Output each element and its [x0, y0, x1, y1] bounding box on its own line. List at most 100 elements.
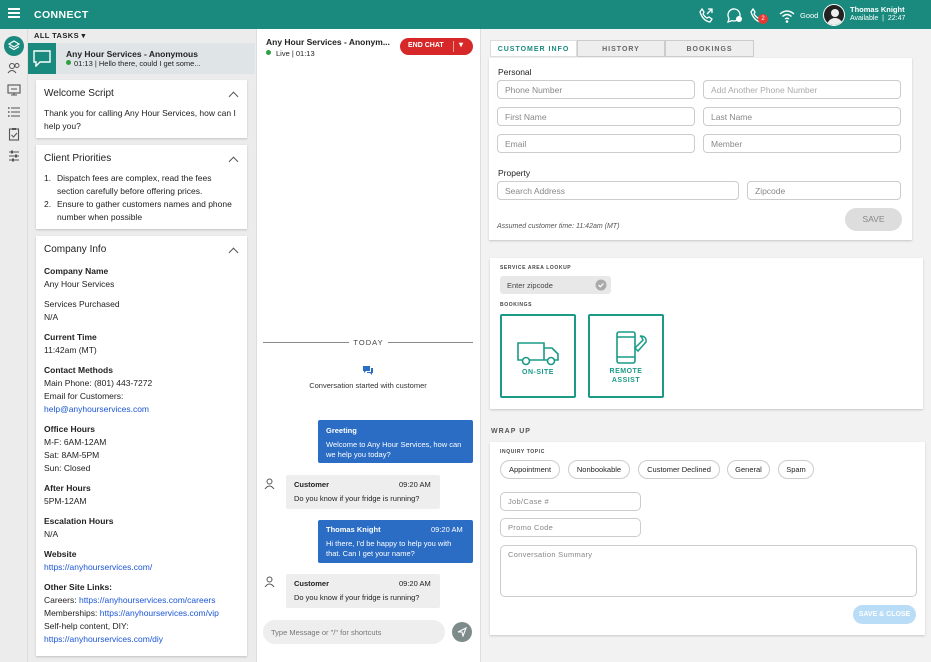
collapse-chevron-icon[interactable] — [228, 247, 239, 258]
priority-text: Ensure to gather customers names and pho… — [57, 199, 232, 222]
careers-link[interactable]: https://anyhourservices.com/careers — [79, 595, 216, 605]
conversation-summary-field[interactable]: Conversation Summary — [500, 545, 917, 597]
services-label: Services Purchased — [44, 299, 120, 309]
settings-sliders-icon[interactable] — [7, 149, 21, 163]
chat-message: Customer 09:20 AM Do you know if your fr… — [286, 574, 440, 608]
save-close-button[interactable]: SAVE & CLOSE — [853, 605, 916, 624]
user-time: 22:47 — [887, 15, 906, 22]
topic-chip-nonbookable[interactable]: Nonbookable — [568, 460, 630, 479]
selfhelp-link[interactable]: https://anyhourservices.com/diy — [44, 633, 244, 646]
second-phone-field[interactable]: Add Another Phone Number — [703, 80, 901, 99]
topic-chip-general[interactable]: General — [727, 460, 770, 479]
address-search-field[interactable]: Search Address — [497, 181, 739, 200]
other-links-label: Other Site Links: — [44, 582, 113, 592]
message-sender: Thomas Knight — [326, 525, 381, 534]
person-icon — [264, 576, 275, 587]
company-name-label: Company Name — [44, 266, 109, 276]
property-heading: Property — [498, 168, 531, 178]
website-link[interactable]: https://anyhourservices.com/ — [44, 561, 244, 574]
all-tasks-dropdown[interactable]: ALL TASKS ▾ — [34, 31, 86, 40]
network-status: Good — [800, 11, 819, 20]
current-time-label: Current Time — [44, 332, 97, 342]
chat-bubble-icon — [33, 50, 51, 67]
tab-history[interactable]: HISTORY — [577, 40, 665, 57]
list-icon[interactable] — [7, 105, 21, 119]
company-info-card: Company Info Company Name Any Hour Servi… — [36, 236, 247, 656]
save-button[interactable]: SAVE — [845, 208, 902, 231]
tab-customer-info[interactable]: CUSTOMER INFO — [490, 40, 577, 57]
live-dot — [66, 60, 71, 65]
menu-icon[interactable] — [8, 8, 20, 18]
website-label: Website — [44, 549, 77, 559]
onsite-label: ON-SITE — [522, 369, 554, 376]
office-hours-line: M-F: 6AM-12AM — [44, 437, 107, 447]
priority-item: 1. Dispatch fees are complex, read the fe… — [44, 172, 244, 224]
message-input[interactable]: Type Message or "/" for shortcuts — [263, 620, 445, 644]
email-link[interactable]: help@anyhourservices.com — [44, 403, 244, 416]
service-area-label: SERVICE AREA LOOKUP — [500, 265, 572, 271]
customer-time-note: Assumed customer time: 11:42am (MT) — [497, 223, 620, 230]
bookings-label: BOOKINGS — [500, 302, 533, 308]
task-name: Any Hour Services - Anonymous — [66, 49, 198, 59]
message-text: Do you know if your fridge is running? — [294, 593, 420, 602]
end-chat-label: END CHAT — [408, 42, 444, 49]
after-hours-label: After Hours — [44, 483, 91, 493]
contacts-icon[interactable] — [7, 61, 21, 75]
zipcode-lookup-input[interactable]: Enter zipcode — [500, 276, 611, 294]
user-availability: Available — [850, 15, 879, 22]
end-chat-button[interactable]: END CHAT ▾ — [400, 38, 473, 55]
send-button[interactable] — [452, 622, 472, 642]
mobile-repair-icon — [616, 331, 647, 364]
message-text: Do you know if your fridge is running? — [294, 494, 420, 503]
active-task[interactable]: Any Hour Services - Anonymous 01:13 | He… — [28, 43, 255, 74]
remote-assist-tile[interactable]: REMOTE ASSIST — [588, 314, 664, 398]
topic-chip-appointment[interactable]: Appointment — [500, 460, 560, 479]
avatar[interactable] — [823, 4, 845, 26]
message-sender: Customer — [294, 480, 330, 489]
current-time-value: 11:42am (MT) — [44, 345, 97, 355]
nav-tasks-button[interactable] — [4, 36, 24, 56]
message-time: 09:20 AM — [399, 480, 431, 489]
topic-chip-spam[interactable]: Spam — [778, 460, 814, 479]
chat-status: Live | 01:13 — [276, 49, 315, 58]
main-phone: Main Phone: (801) 443-7272 — [44, 378, 153, 388]
email-field[interactable]: Email — [497, 134, 695, 153]
nav-rail — [0, 29, 28, 662]
tab-bookings[interactable]: BOOKINGS — [665, 40, 754, 57]
memberships-link[interactable]: https://anyhourservices.com/vip — [100, 608, 219, 618]
outbound-call-icon[interactable] — [698, 7, 714, 23]
topic-chip-customer-declined[interactable]: Customer Declined — [638, 460, 720, 479]
first-name-field[interactable]: First Name — [497, 107, 695, 126]
personal-heading: Personal — [498, 67, 532, 77]
monitor-icon[interactable] — [7, 83, 21, 97]
calls-badge: 2 — [758, 14, 768, 24]
remote-label: REMOTE — [609, 368, 643, 375]
message-sender: Greeting — [326, 426, 357, 435]
caret-down-icon[interactable]: ▾ — [459, 40, 463, 49]
promo-code-field[interactable]: Promo Code — [500, 518, 641, 537]
live-dot — [266, 50, 271, 55]
phone-field[interactable]: Phone Number — [497, 80, 695, 99]
member-field[interactable]: Member — [703, 134, 901, 153]
clipboard-icon[interactable] — [7, 127, 21, 141]
divider-line — [388, 342, 473, 343]
after-hours-value: 5PM-12AM — [44, 496, 87, 506]
office-hours-label: Office Hours — [44, 424, 96, 434]
job-case-field[interactable]: Job/Case # — [500, 492, 641, 511]
message-text: Hi there, I'd be happy to help you with … — [326, 539, 452, 558]
priorities-title: Client Priorities — [44, 153, 112, 164]
chat-status-icon[interactable] — [726, 7, 742, 23]
divider-line — [263, 342, 349, 343]
wrap-up-heading: WRAP UP — [491, 428, 531, 435]
task-preview: 01:13 | Hello there, could I get some... — [74, 59, 201, 68]
zipcode-lookup-placeholder: Enter zipcode — [507, 281, 553, 290]
memberships-line: Memberships: https://anyhourservices.com… — [44, 607, 244, 620]
collapse-chevron-icon[interactable] — [228, 91, 239, 102]
collapse-chevron-icon[interactable] — [228, 156, 239, 167]
chat-title: Any Hour Services - Anonym... — [266, 37, 390, 47]
top-bar: CONNECT 2 Good Thomas Knight Available |… — [0, 0, 931, 29]
onsite-booking-tile[interactable]: ON-SITE — [500, 314, 576, 398]
all-tasks-label: ALL TASKS — [34, 31, 79, 40]
last-name-field[interactable]: Last Name — [703, 107, 901, 126]
zipcode-field[interactable]: Zipcode — [747, 181, 901, 200]
